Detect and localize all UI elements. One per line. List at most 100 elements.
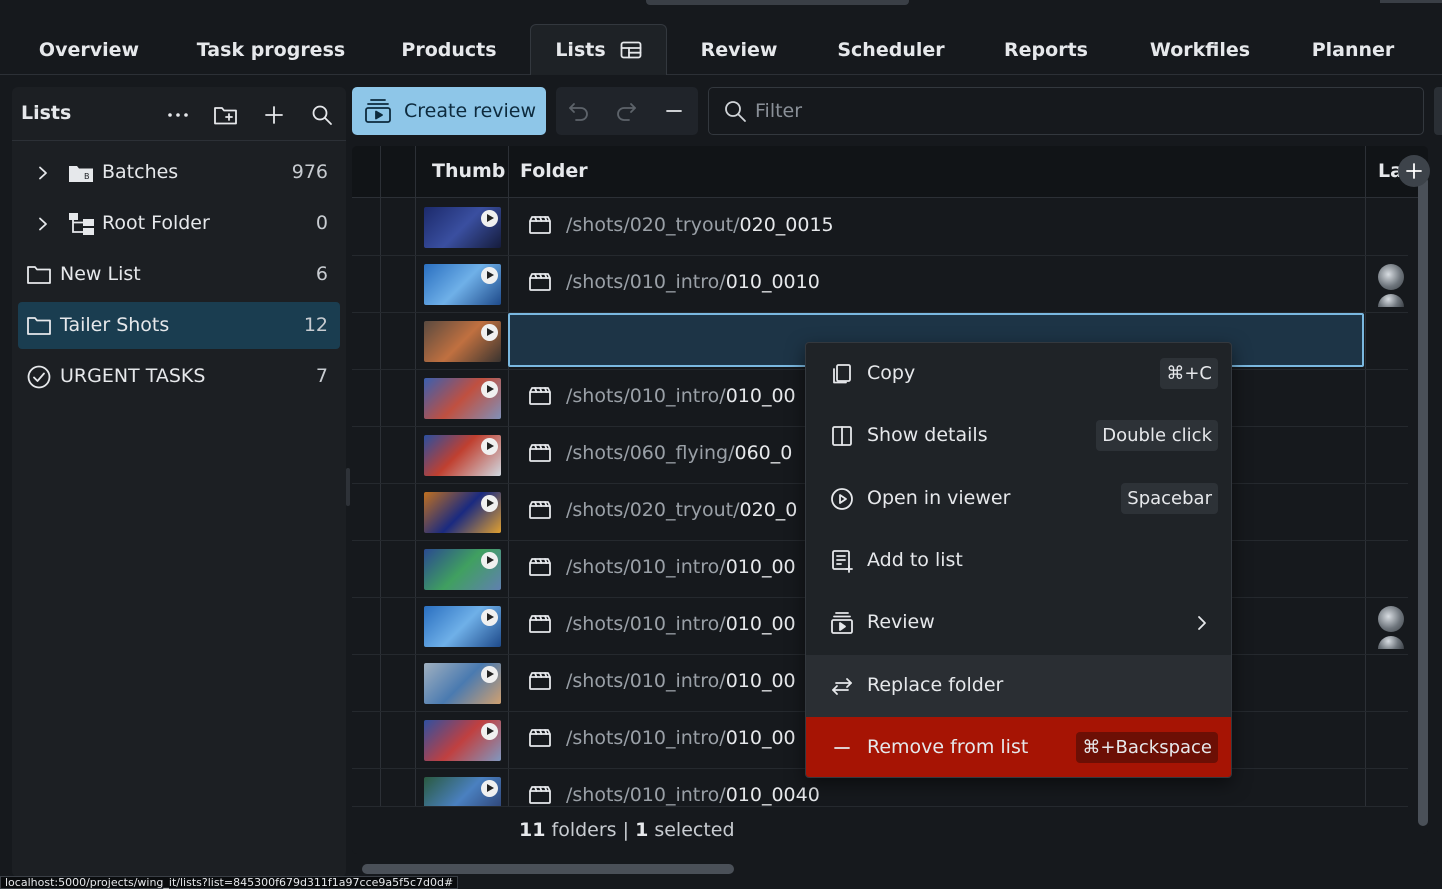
chevron-right-icon[interactable] xyxy=(36,217,50,231)
tab-task-progress[interactable]: Task progress xyxy=(180,24,362,75)
tab-overview[interactable]: Overview xyxy=(8,24,170,75)
menu-item-replace-folder[interactable]: Replace folder xyxy=(806,655,1231,717)
menu-item-review[interactable]: Review xyxy=(806,592,1231,654)
play-icon[interactable] xyxy=(481,210,498,227)
row-thumbnail[interactable] xyxy=(424,264,501,305)
filter-field[interactable] xyxy=(708,87,1424,135)
folder-cell: /shots/010_intro/010_00 xyxy=(528,385,796,407)
swap-icon xyxy=(832,678,852,695)
undo-button[interactable] xyxy=(565,97,593,125)
tab-planner[interactable]: Planner xyxy=(1284,24,1422,75)
row-thumbnail[interactable] xyxy=(424,720,501,761)
folder-name: 010_00 xyxy=(725,670,796,692)
folder-cell: /shots/060_flying/060_0 xyxy=(528,442,792,464)
row-thumbnail[interactable] xyxy=(424,492,501,533)
list-item-root-folder[interactable]: Root Folder 0 xyxy=(18,200,340,247)
tab-workfiles[interactable]: Workfiles xyxy=(1126,24,1274,75)
context-menu: Copy ⌘+C Show details Double click Open … xyxy=(805,342,1232,778)
list-item-count: 0 xyxy=(315,212,328,234)
tab-reports[interactable]: Reports xyxy=(976,24,1116,75)
shot-icon xyxy=(529,501,551,519)
row-thumbnail[interactable] xyxy=(424,663,501,704)
redo-button[interactable] xyxy=(612,97,640,125)
remove-button[interactable] xyxy=(660,97,688,125)
create-review-button[interactable]: Create review xyxy=(352,87,546,135)
play-icon[interactable] xyxy=(481,780,498,797)
folder-path-prefix: /shots/060_flying/ xyxy=(566,442,735,464)
panel-resize-handle[interactable] xyxy=(346,468,350,506)
row-thumbnail[interactable] xyxy=(424,207,501,248)
avatar[interactable] xyxy=(1378,264,1404,290)
folder-name: 010_00 xyxy=(725,613,796,635)
play-icon[interactable] xyxy=(481,324,498,341)
table-row[interactable]: /shots/010_intro/010_0010 xyxy=(352,256,1408,313)
list-item-new-list[interactable]: New List 6 xyxy=(18,251,340,298)
new-folder-button[interactable] xyxy=(212,101,240,129)
selected-count-label: selected xyxy=(654,819,735,841)
right-panel-edge xyxy=(1434,87,1442,135)
row-thumbnail[interactable] xyxy=(424,549,501,590)
tab-products[interactable]: Products xyxy=(372,24,526,75)
add-column-button[interactable] xyxy=(1398,155,1430,187)
play-icon[interactable] xyxy=(481,495,498,512)
add-list-button[interactable] xyxy=(260,101,288,129)
tab-scheduler[interactable]: Scheduler xyxy=(816,24,966,75)
hierarchy-icon xyxy=(69,213,94,235)
play-icon[interactable] xyxy=(481,666,498,683)
more-options-button[interactable] xyxy=(164,101,192,129)
row-thumbnail[interactable] xyxy=(424,378,501,419)
play-icon[interactable] xyxy=(481,267,498,284)
play-icon[interactable] xyxy=(481,723,498,740)
menu-item-show-details[interactable]: Show details Double click xyxy=(806,405,1231,467)
list-item-tailer-shots[interactable]: Tailer Shots 12 xyxy=(18,302,340,349)
folder-path-prefix: /shots/010_intro/ xyxy=(566,271,726,293)
search-lists-button[interactable] xyxy=(308,101,336,129)
shortcut-badge: ⌘+C xyxy=(1160,358,1218,389)
avatar[interactable] xyxy=(1378,294,1404,307)
top-nav: Overview Task progress Products Lists Re… xyxy=(0,0,1442,75)
column-header-thumbnail[interactable]: Thumbnail xyxy=(432,160,506,182)
horizontal-scrollbar[interactable] xyxy=(362,864,734,874)
column-header-folder[interactable]: Folder xyxy=(520,160,588,182)
avatar[interactable] xyxy=(1378,606,1404,632)
table-row[interactable]: /shots/020_tryout/020_0015 xyxy=(352,199,1408,256)
tab-review[interactable]: Review xyxy=(672,24,806,75)
folder-path: /shots/010_intro/010_00 xyxy=(566,670,796,692)
folder-cell: /shots/010_intro/010_00 xyxy=(528,613,796,635)
tab-lists[interactable]: Lists xyxy=(530,24,667,75)
row-thumbnail[interactable] xyxy=(424,606,501,647)
tab-label: Lists xyxy=(555,39,606,61)
vertical-scrollbar[interactable] xyxy=(1418,176,1428,826)
list-item-batches[interactable]: B Batches 976 xyxy=(18,149,340,196)
search-icon xyxy=(312,105,332,125)
table-header: Thumbnail Folder La xyxy=(352,146,1428,198)
tab-label: Scheduler xyxy=(837,38,945,61)
folder-name: 060_0 xyxy=(734,442,793,464)
menu-item-label: Add to list xyxy=(867,549,963,571)
menu-item-label: Show details xyxy=(867,424,988,446)
list-item-urgent-tasks[interactable]: URGENT TASKS 7 xyxy=(18,353,340,400)
menu-item-copy[interactable]: Copy ⌘+C xyxy=(806,343,1231,405)
minus-icon xyxy=(834,747,850,749)
filter-input[interactable] xyxy=(755,97,1395,125)
menu-item-remove-from-list[interactable]: Remove from list ⌘+Backspace xyxy=(806,717,1231,777)
folder-name: 010_0040 xyxy=(725,784,820,806)
menu-item-add-to-list[interactable]: Add to list xyxy=(806,530,1231,592)
history-controls xyxy=(556,87,698,135)
row-thumbnail[interactable] xyxy=(424,321,501,362)
folder-path: /shots/020_tryout/020_0015 xyxy=(566,214,834,236)
row-thumbnail[interactable] xyxy=(424,435,501,476)
chevron-right-icon[interactable] xyxy=(36,166,50,180)
folder-path: /shots/010_intro/010_00 xyxy=(566,385,796,407)
play-icon[interactable] xyxy=(481,609,498,626)
folder-cell: /shots/010_intro/010_00 xyxy=(528,727,796,749)
column-header-latest[interactable]: La xyxy=(1378,160,1400,182)
avatar[interactable] xyxy=(1378,636,1404,649)
play-icon[interactable] xyxy=(481,381,498,398)
play-icon[interactable] xyxy=(481,552,498,569)
chevron-right-icon xyxy=(1198,616,1206,630)
menu-item-open-in-viewer[interactable]: Open in viewer Spacebar xyxy=(806,468,1231,530)
play-icon[interactable] xyxy=(481,438,498,455)
folder-path: /shots/020_tryout/020_0 xyxy=(566,499,797,521)
lists-panel: Lists B Batches 976 Root Folder 0 New Li… xyxy=(12,87,346,877)
